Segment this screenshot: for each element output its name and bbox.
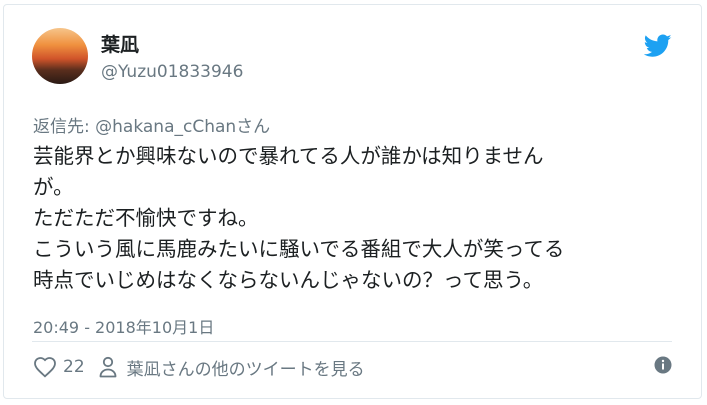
tweet-text-line: が。 — [33, 175, 74, 199]
reply-context: 返信先: @hakana_cChanさん — [33, 112, 270, 137]
reply-suffix: さん — [236, 117, 271, 137]
tweet-text-line: こういう風に馬鹿みたいに騒いでる番組で大人が笑ってる — [33, 237, 565, 261]
twitter-bird-icon[interactable] — [644, 34, 672, 58]
like-count[interactable]: 22 — [63, 357, 85, 377]
more-tweets-link[interactable]: 葉凪さんの他のツイートを見る — [127, 355, 365, 380]
author-name[interactable]: 葉凪 — [101, 30, 139, 57]
tweet-text-line: 時点でいじめはなくならないんじゃないの？って思う。 — [33, 268, 544, 292]
tweet-text-line: ただただ不愉快ですね。 — [33, 206, 259, 230]
heart-icon[interactable] — [33, 356, 57, 378]
reply-mention-link[interactable]: @hakana_cChan — [95, 117, 236, 137]
tweet-text-line: 芸能界とか興味ないので暴れてる人が誰かは知りません — [33, 144, 544, 168]
divider — [32, 341, 672, 342]
info-icon[interactable] — [654, 356, 672, 374]
author-handle[interactable]: @Yuzu01833946 — [101, 62, 243, 82]
tweet-text: 芸能界とか興味ないので暴れてる人が誰かは知りません が。 ただただ不愉快ですね。… — [33, 141, 673, 296]
person-icon[interactable] — [99, 356, 117, 378]
reply-prefix: 返信先: — [33, 117, 96, 137]
tweet-timestamp[interactable]: 20:49 - 2018年10月1日 — [33, 314, 214, 338]
tweet-actions: 22 葉凪さんの他のツイートを見る — [33, 352, 365, 382]
avatar[interactable] — [32, 28, 88, 84]
